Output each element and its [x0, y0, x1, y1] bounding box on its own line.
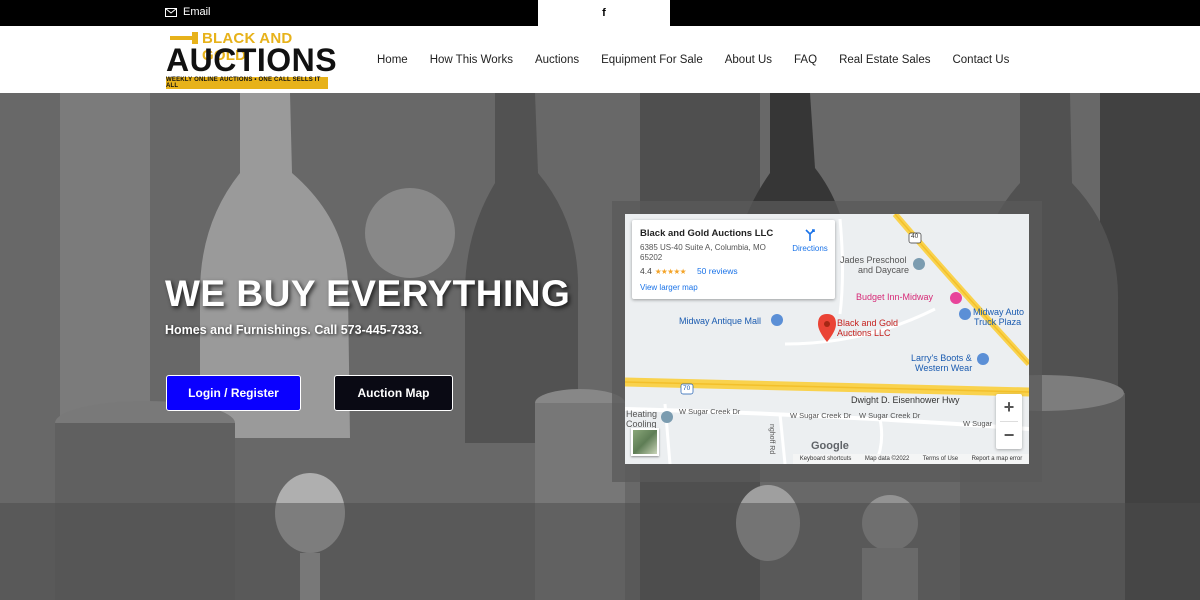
map-label-budget: Budget Inn-Midway: [856, 292, 934, 302]
map-place-name: Black and Gold Auctions LLC: [640, 228, 774, 239]
map-label-larrys: Larry's Boots &: [911, 353, 972, 363]
map-data-text: Map data ©2022: [864, 456, 910, 462]
reviews-link[interactable]: 50 reviews: [697, 266, 738, 276]
email-link[interactable]: Email: [165, 6, 211, 18]
logo-line2: AUCTIONS: [166, 42, 338, 78]
nav-home[interactable]: Home: [366, 54, 419, 66]
directions-label: Directions: [792, 244, 828, 253]
auction-map-button[interactable]: Auction Map: [334, 375, 453, 411]
map-label-ghoff: nghoff Rd: [768, 424, 775, 455]
map-label-jades2: and Daycare: [858, 265, 910, 275]
map-label-truck-plaza: Truck Plaza: [974, 317, 1022, 327]
map-label-antique: Midway Antique Mall: [679, 316, 762, 326]
map-footer: Keyboard shortcuts Map data ©2022 Terms …: [793, 454, 1029, 464]
directions-icon: [805, 229, 815, 241]
envelope-icon: [165, 7, 177, 17]
site-logo[interactable]: BLACK AND GOLD AUCTIONS WEEKLY ONLINE AU…: [166, 30, 337, 90]
map-zoom-controls: + −: [996, 394, 1022, 449]
map-label-pin1: Black and Gold: [837, 318, 899, 328]
map-label-road-40: 40: [911, 233, 919, 240]
hero-subtitle: Homes and Furnishings. Call 573-445-7333…: [165, 323, 423, 337]
street-view-thumbnail[interactable]: [631, 428, 659, 456]
zoom-out-button[interactable]: −: [996, 422, 1022, 449]
nav-faq[interactable]: FAQ: [783, 54, 828, 66]
map-label-midway-auto: Midway Auto: [973, 307, 1025, 317]
map-label-sugar4: W Sugar: [963, 419, 993, 428]
site-header: BLACK AND GOLD AUCTIONS WEEKLY ONLINE AU…: [0, 26, 1200, 93]
map-label-sugar3: W Sugar Creek Dr: [859, 411, 921, 420]
logo-tagline: WEEKLY ONLINE AUCTIONS • ONE CALL SELLS …: [166, 77, 328, 89]
top-bar: Email f: [0, 0, 1200, 26]
hero-title: WE BUY EVERYTHING: [165, 273, 571, 314]
google-map[interactable]: Jades Preschool and Daycare Budget Inn-M…: [625, 214, 1029, 464]
map-place-address: 6385 US-40 Suite A, Columbia, MO 65202: [640, 243, 766, 262]
facebook-icon[interactable]: f: [538, 0, 670, 26]
nav-about-us[interactable]: About Us: [714, 54, 783, 66]
map-label-highway: Dwight D. Eisenhower Hwy: [851, 395, 960, 405]
map-label-road-70: 70: [683, 385, 691, 392]
map-frame: Jades Preschool and Daycare Budget Inn-M…: [612, 201, 1042, 482]
map-label-sugar2: W Sugar Creek Dr: [790, 411, 852, 420]
hero-section: WE BUY EVERYTHING Homes and Furnishings.…: [0, 93, 1200, 600]
nav-real-estate-sales[interactable]: Real Estate Sales: [828, 54, 941, 66]
rating-stars-icon: ★★★★★: [654, 266, 687, 276]
map-label-jades: Jades Preschool: [840, 255, 907, 265]
zoom-in-button[interactable]: +: [996, 394, 1022, 421]
nav-how-this-works[interactable]: How This Works: [419, 54, 524, 66]
keyboard-shortcuts-link[interactable]: Keyboard shortcuts: [800, 456, 852, 462]
nav-contact-us[interactable]: Contact Us: [941, 54, 1020, 66]
map-info-card: Black and Gold Auctions LLC 6385 US-40 S…: [632, 220, 835, 299]
report-error-link[interactable]: Report a map error: [972, 456, 1023, 462]
main-nav: Home How This Works Auctions Equipment F…: [366, 26, 1020, 93]
map-label-pin2: Auctions LLC: [837, 328, 891, 338]
map-rating: 4.4 ★★★★★ 50 reviews: [640, 266, 738, 276]
directions-button[interactable]: Directions: [790, 228, 830, 253]
map-label-heating: Heating: [626, 409, 658, 419]
google-logo: Google: [811, 440, 849, 452]
map-label-sugar1: W Sugar Creek Dr: [679, 407, 741, 416]
email-label: Email: [183, 6, 211, 18]
nav-equipment-for-sale[interactable]: Equipment For Sale: [590, 54, 714, 66]
login-register-button[interactable]: Login / Register: [166, 375, 301, 411]
terms-link[interactable]: Terms of Use: [923, 456, 958, 462]
rating-value: 4.4: [640, 266, 652, 276]
view-larger-map-link[interactable]: View larger map: [640, 283, 698, 292]
nav-auctions[interactable]: Auctions: [524, 54, 590, 66]
map-label-western: Western Wear: [915, 363, 973, 373]
